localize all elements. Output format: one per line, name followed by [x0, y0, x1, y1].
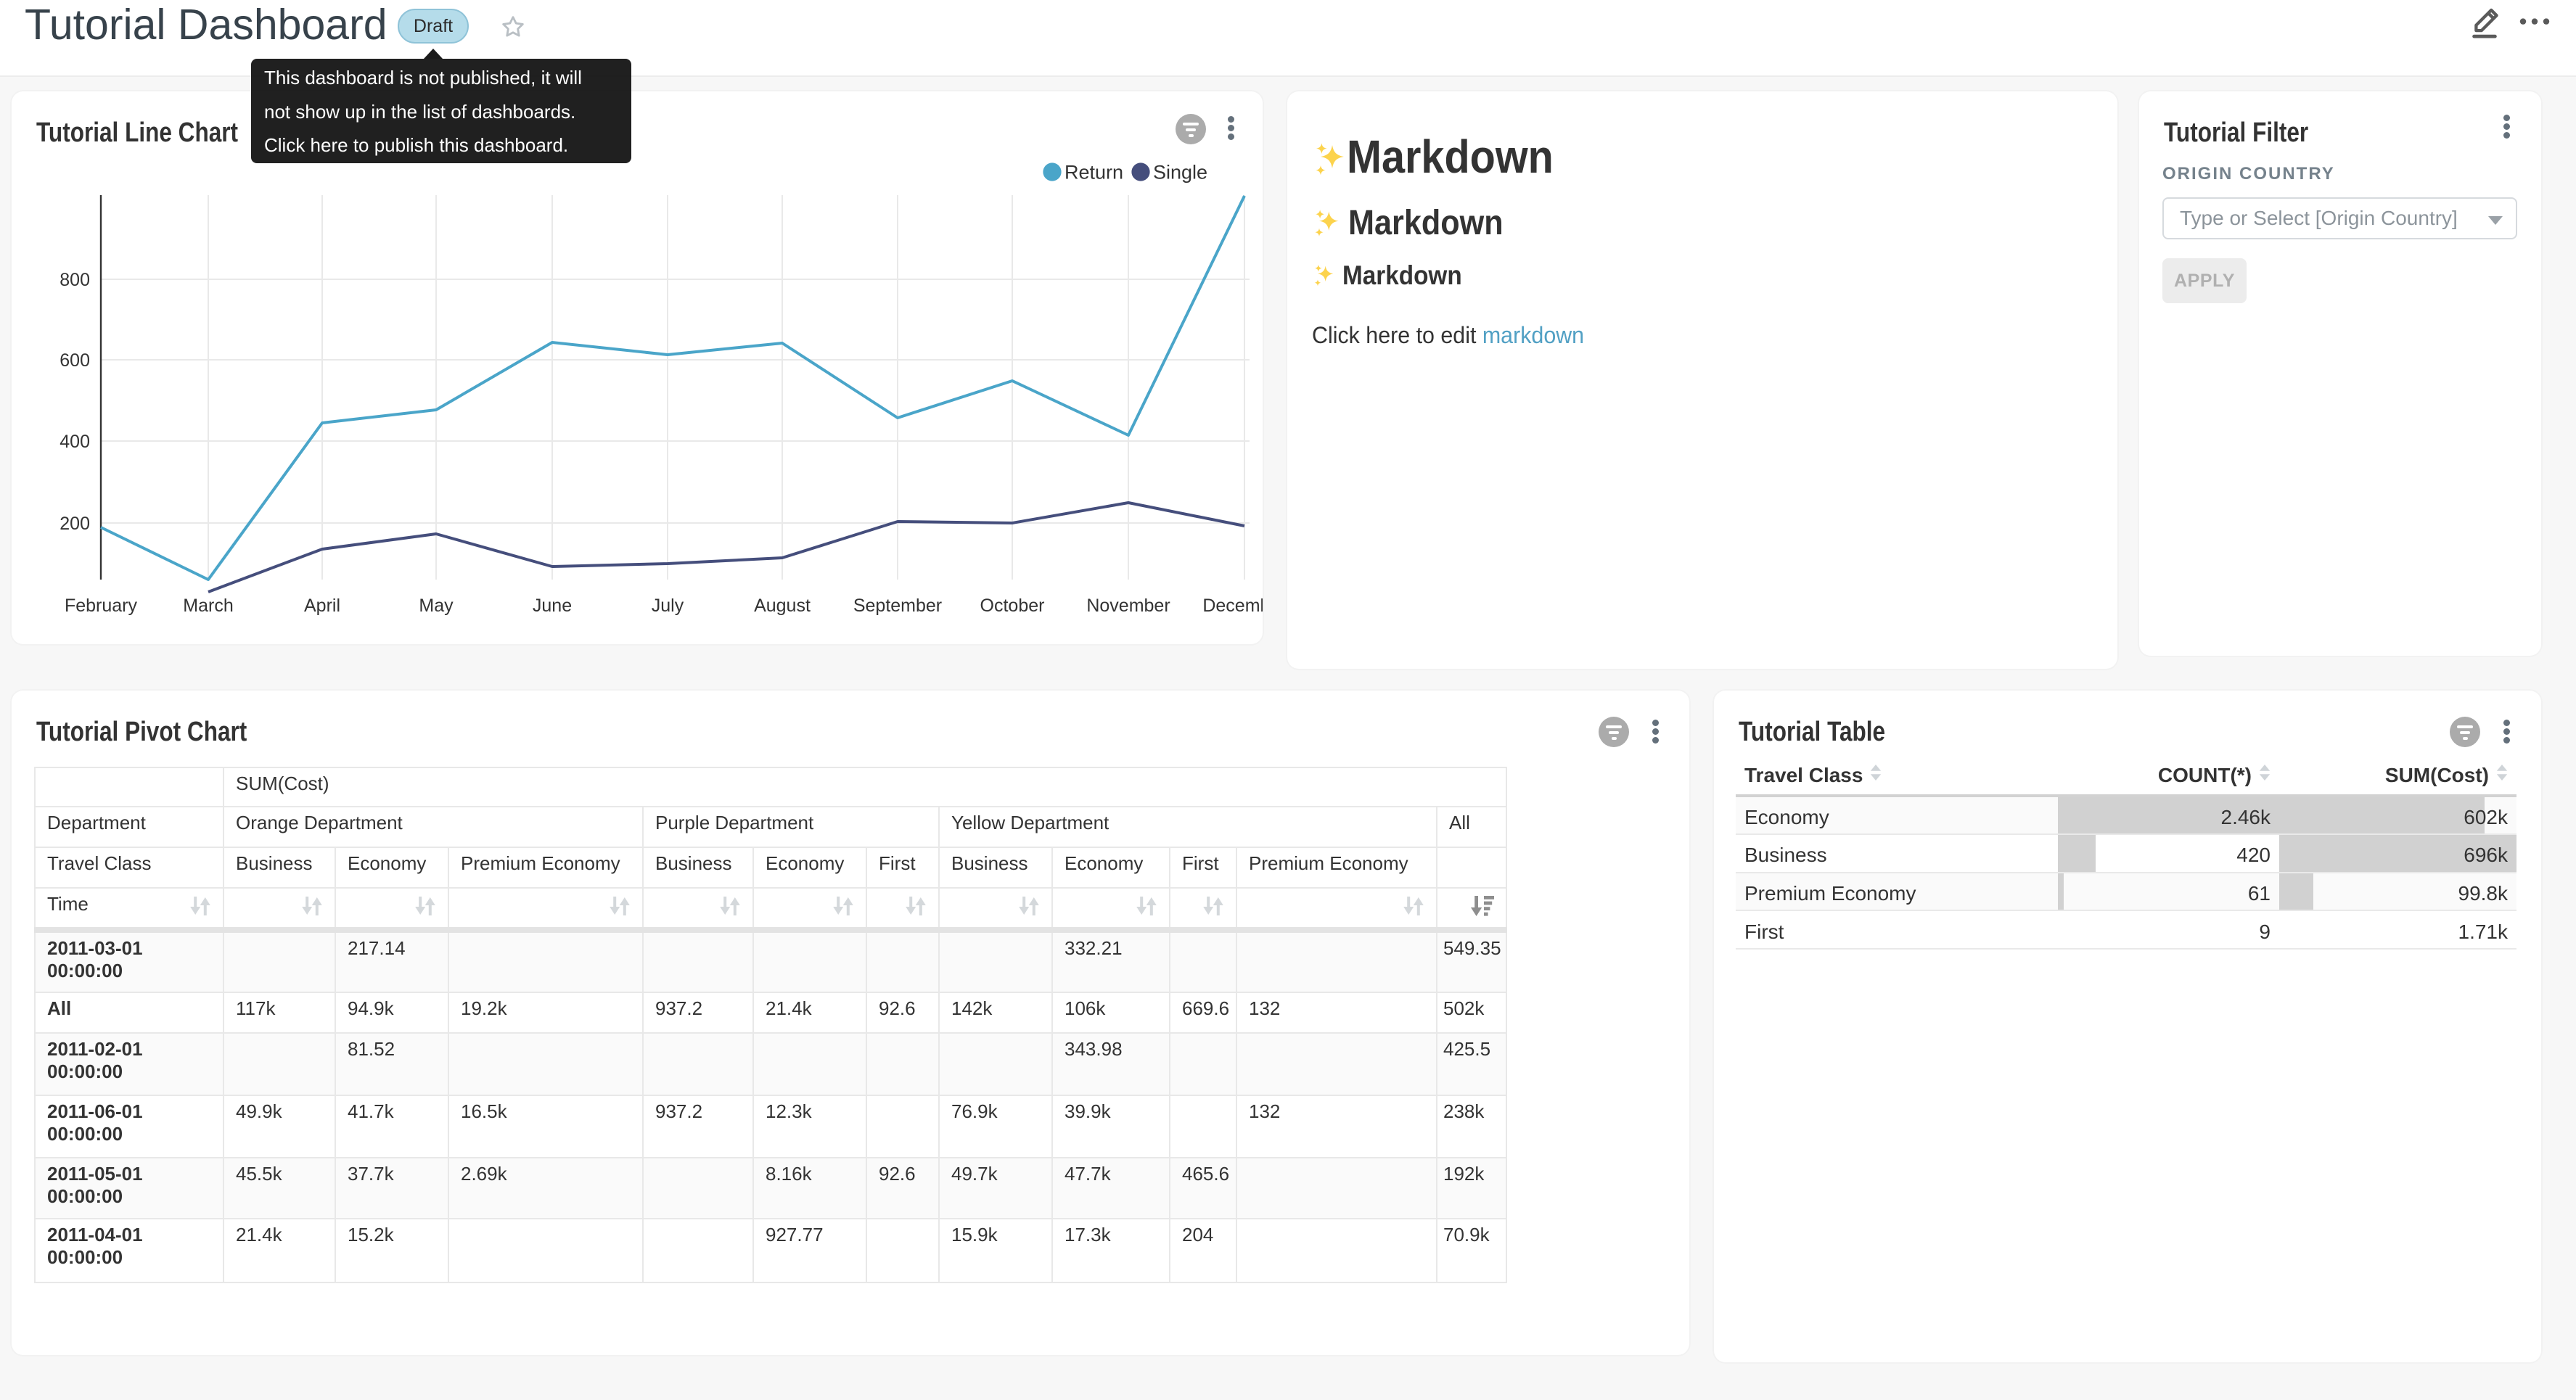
svg-text:August: August: [754, 596, 811, 616]
svg-text:Single: Single: [1153, 161, 1207, 183]
svg-text:200: 200: [60, 514, 90, 534]
svg-text:400: 400: [60, 432, 90, 452]
svg-text:September: September: [853, 596, 942, 616]
svg-text:Return: Return: [1065, 161, 1123, 183]
svg-text:May: May: [419, 596, 454, 616]
svg-text:April: April: [304, 596, 340, 616]
svg-text:March: March: [183, 596, 233, 616]
svg-text:July: July: [652, 596, 684, 616]
svg-text:June: June: [533, 596, 572, 616]
svg-text:November: November: [1086, 596, 1170, 616]
svg-text:February: February: [65, 596, 138, 616]
svg-text:600: 600: [60, 350, 90, 371]
svg-text:October: October: [980, 596, 1045, 616]
svg-text:December: December: [1202, 596, 1263, 616]
svg-text:800: 800: [60, 270, 90, 290]
